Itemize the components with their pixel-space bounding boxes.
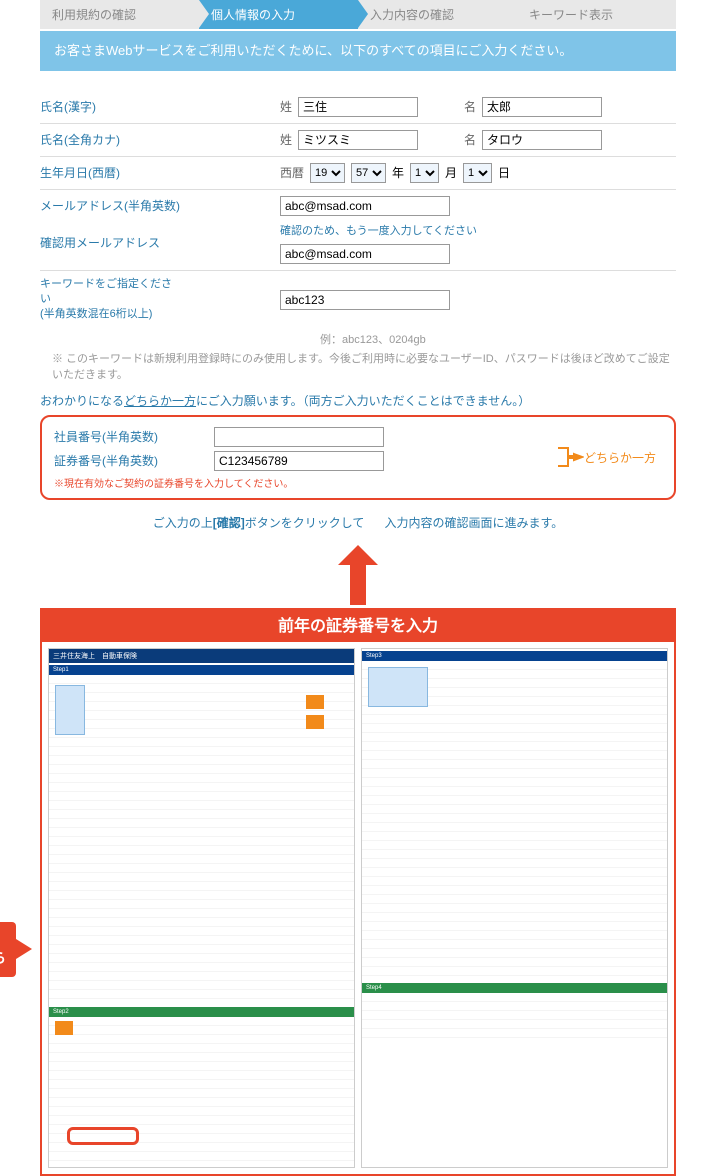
step-confirm: 入力内容の確認: [358, 0, 517, 29]
label-month-suffix: 月: [445, 164, 457, 181]
either-link[interactable]: どちらか一方: [124, 394, 196, 408]
up-arrow-icon: [338, 545, 378, 605]
label-sei: 姓: [280, 98, 292, 115]
label-era: 西暦: [280, 164, 304, 181]
row-dob: 生年月日(西暦) 西暦 19 57 年 1 月 1 日: [40, 157, 676, 190]
either-one-tag: どちらか一方: [556, 446, 656, 468]
email-input[interactable]: [280, 196, 450, 216]
bracket-icon: [556, 446, 584, 468]
either-one-box: 社員番号(半角英数) 証券番号(半角英数) ※現在有効なご契約の証券番号を入力し…: [40, 415, 676, 500]
keyword-note: ※ このキーワードは新規利用登録時にのみ使用します。今後ご利用時に必要なユーザー…: [52, 351, 676, 384]
day-select[interactable]: 1: [463, 163, 492, 183]
doc-step4: Step4: [362, 983, 667, 993]
sei-kana-input[interactable]: [298, 130, 418, 150]
callout-policy-location: 前年の証券番号はこちら: [0, 922, 16, 977]
mei-kanji-input[interactable]: [482, 97, 602, 117]
policy-no-note: ※現在有効なご契約の証券番号を入力してください。: [54, 475, 662, 490]
label-sei-kana: 姓: [280, 131, 292, 148]
step-keyword: キーワード表示: [517, 0, 676, 29]
label-dob: 生年月日(西暦): [40, 164, 180, 181]
label-employee-no: 社員番号(半角英数): [54, 428, 214, 445]
row-email: メールアドレス(半角英数): [40, 190, 676, 222]
label-keyword: キーワードをご指定ください (半角英数混在6桁以上): [40, 277, 180, 323]
step-personal-info: 個人情報の入力: [199, 0, 358, 29]
document-preview: 三井住友海上 自動車保険 Step1 Step2 Step3 Step4 前年の…: [40, 640, 676, 1176]
keyword-example: 例：abc123、0204gb: [320, 331, 676, 347]
email-confirm-input[interactable]: [280, 244, 450, 264]
label-email-confirm: 確認用メールアドレス: [40, 234, 180, 251]
row-name-kanji: 氏名(漢字) 姓 名: [40, 91, 676, 124]
confirm-instruction: ご入力の上[確認]ボタンをクリックして 入力内容の確認画面に進みます。: [40, 514, 676, 531]
label-year-suffix: 年: [392, 164, 404, 181]
month-select[interactable]: 1: [410, 163, 439, 183]
employee-no-input[interactable]: [214, 427, 384, 447]
annotation-title: 前年の証券番号を入力: [40, 608, 676, 640]
row-name-kana: 氏名(全角カナ) 姓 名: [40, 124, 676, 157]
doc-step3: Step3: [362, 651, 667, 661]
label-day-suffix: 日: [498, 164, 510, 181]
row-employee-no: 社員番号(半角英数): [54, 425, 662, 449]
mei-kana-input[interactable]: [482, 130, 602, 150]
doc-page-right: Step3 Step4: [361, 648, 668, 1168]
doc-page-left: 三井住友海上 自動車保険 Step1 Step2: [48, 648, 355, 1168]
label-policy-no: 証券番号(半角英数): [54, 452, 214, 469]
row-email-confirm: 確認用メールアドレス 確認のため、もう一度入力してください: [40, 222, 676, 271]
doc-step1: Step1: [49, 665, 354, 675]
year-select[interactable]: 57: [351, 163, 386, 183]
keyword-input[interactable]: [280, 290, 450, 310]
label-mei-kana: 名: [464, 131, 476, 148]
doc-step2: Step2: [49, 1007, 354, 1017]
sei-kanji-input[interactable]: [298, 97, 418, 117]
either-instruction: おわかりになるどちらか一方にご入力願います。（両方ご入力いただくことはできません…: [40, 392, 676, 409]
label-mei: 名: [464, 98, 476, 115]
instruction-banner: お客さまWebサービスをご利用いただくために、以下のすべての項目にご入力ください…: [40, 31, 676, 71]
label-email: メールアドレス(半角英数): [40, 197, 180, 214]
email-confirm-note: 確認のため、もう一度入力してください: [280, 222, 477, 238]
arrow-annotation: [0, 545, 716, 608]
label-name-kana: 氏名(全角カナ): [40, 131, 180, 148]
row-keyword: キーワードをご指定ください (半角英数混在6桁以上): [40, 271, 676, 329]
year-prefix-select[interactable]: 19: [310, 163, 345, 183]
doc-header: 三井住友海上 自動車保険: [49, 649, 354, 663]
label-name-kanji: 氏名(漢字): [40, 98, 180, 115]
policy-no-input[interactable]: [214, 451, 384, 471]
policy-number-highlight: [67, 1127, 139, 1145]
step-terms: 利用規約の確認: [40, 0, 199, 29]
progress-steps: 利用規約の確認 個人情報の入力 入力内容の確認 キーワード表示: [40, 0, 676, 29]
